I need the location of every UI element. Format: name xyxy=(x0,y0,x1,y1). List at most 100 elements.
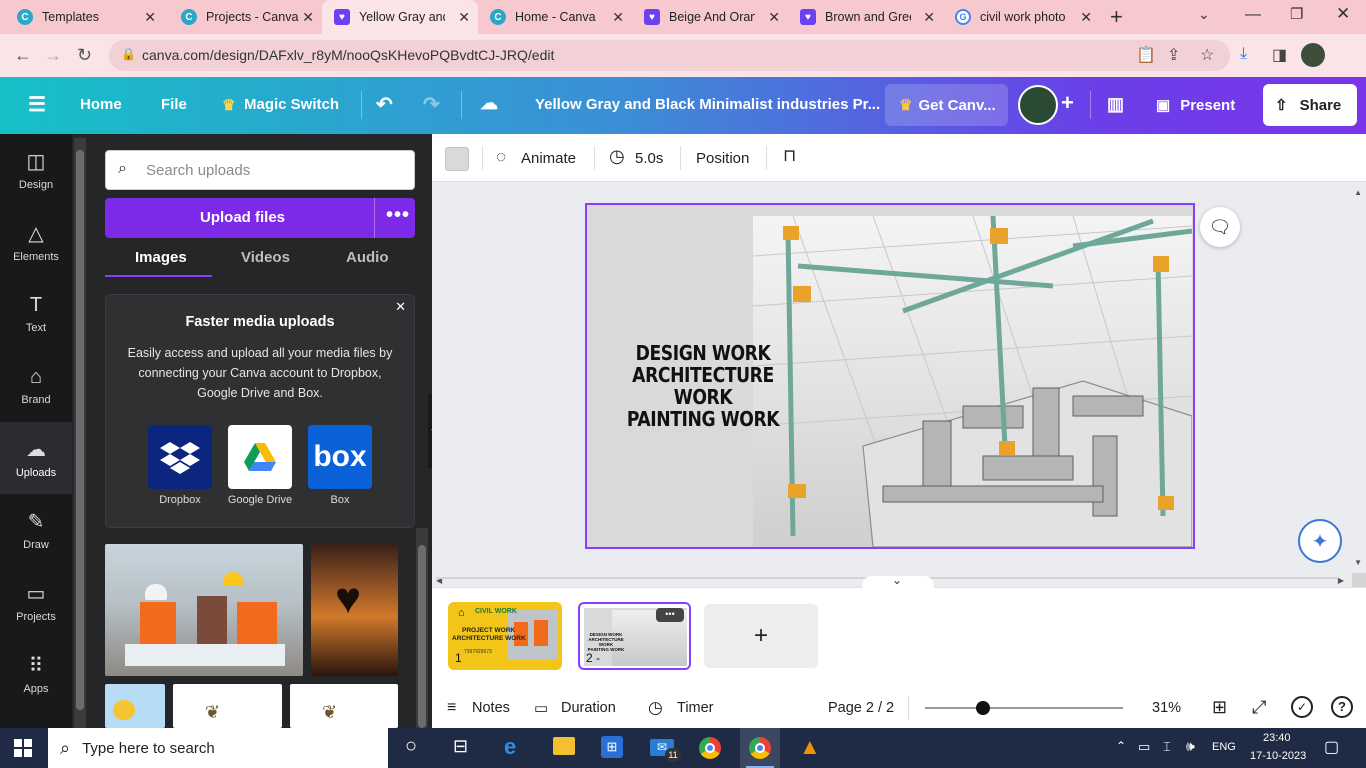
volume-icon[interactable]: 🕪 xyxy=(1186,738,1195,755)
construction-image[interactable] xyxy=(753,216,1192,547)
present-button[interactable]: ▣ Present xyxy=(1146,84,1253,126)
slide-page-2[interactable]: DESIGN WORK ARCHITECTURE WORK PAINTING W… xyxy=(585,203,1195,549)
browser-tab-yellow-gray[interactable]: ♥ Yellow Gray and ✕ xyxy=(322,0,478,34)
forward-icon[interactable]: → xyxy=(44,45,62,66)
new-tab-icon[interactable]: + xyxy=(1110,4,1123,30)
cloud-saved-icon[interactable]: ☁ xyxy=(480,93,498,114)
notifications-icon[interactable]: ▢ xyxy=(1324,737,1339,757)
dropbox-connect[interactable] xyxy=(148,425,212,489)
rail-item-apps[interactable]: ⠿ Apps xyxy=(0,638,72,710)
lock-icon[interactable]: 🔒 xyxy=(121,47,136,61)
chevron-up-icon[interactable]: ⌃ xyxy=(1116,739,1126,753)
browser-profile-avatar[interactable] xyxy=(1301,43,1325,67)
home-button[interactable]: Home xyxy=(80,96,122,113)
help-icon[interactable]: ? xyxy=(1331,696,1353,718)
side-panel-icon[interactable]: ◨ xyxy=(1272,45,1287,65)
design-title[interactable]: Yellow Gray and Black Minimalist industr… xyxy=(535,96,880,113)
uploaded-image[interactable] xyxy=(105,544,303,676)
taskbar-search[interactable]: ⌕ Type here to search xyxy=(48,728,388,768)
reload-icon[interactable]: ↻ xyxy=(77,45,92,66)
grid-view-icon[interactable]: ⊞ xyxy=(1212,697,1227,718)
fullscreen-icon[interactable]: ⤢ xyxy=(1252,697,1266,718)
notes-button[interactable]: Notes xyxy=(472,700,510,716)
minimize-icon[interactable]: — xyxy=(1245,6,1261,24)
share-page-icon[interactable]: ⇪ xyxy=(1167,45,1180,65)
zoom-slider-thumb[interactable] xyxy=(975,701,990,715)
chrome-icon[interactable] xyxy=(699,737,721,759)
windows-start-icon[interactable] xyxy=(14,739,32,757)
scrollbar-thumb[interactable] xyxy=(418,545,426,728)
add-collaborator-icon[interactable]: + xyxy=(1061,90,1074,116)
uploaded-image[interactable]: ❦ xyxy=(173,684,282,728)
tab-search-icon[interactable]: ⌄ xyxy=(1198,6,1210,23)
close-icon[interactable]: ✕ xyxy=(458,9,470,26)
close-icon[interactable]: ✕ xyxy=(923,9,935,26)
bookmark-star-icon[interactable]: ☆ xyxy=(1200,45,1214,65)
cortana-icon[interactable]: ○ xyxy=(405,735,417,758)
vlc-icon[interactable]: ▲ xyxy=(799,734,821,760)
user-avatar[interactable] xyxy=(1018,85,1058,125)
redo-icon[interactable]: ↷ xyxy=(423,92,440,117)
close-icon[interactable]: ✕ xyxy=(612,9,624,26)
browser-tab-templates[interactable]: C Templates ✕ xyxy=(0,0,164,34)
more-options-icon[interactable]: ••• xyxy=(386,204,410,227)
close-icon[interactable]: ✕ xyxy=(768,9,780,26)
position-button[interactable]: Position xyxy=(696,150,749,167)
tab-images[interactable]: Images xyxy=(135,249,187,266)
chrome-active-app[interactable] xyxy=(740,728,780,768)
scrollbar-thumb[interactable] xyxy=(76,150,84,710)
page-thumbnail-1[interactable]: ⌂ CIVIL WORK PROJECT WORK ARCHITECTURE W… xyxy=(448,602,562,670)
close-icon[interactable]: ✕ xyxy=(395,299,406,315)
scroll-up-icon[interactable]: ▲ xyxy=(1354,188,1362,197)
zoom-slider[interactable] xyxy=(925,707,1123,709)
upload-files-button[interactable]: Upload files ••• xyxy=(105,198,415,238)
get-canva-pro-button[interactable]: ♛ Get Canv... xyxy=(885,84,1008,126)
rail-item-uploads[interactable]: ☁ Uploads xyxy=(0,422,72,494)
uploaded-image[interactable] xyxy=(105,684,165,728)
device-icon[interactable]: ▭ xyxy=(1138,739,1150,755)
url-text[interactable]: canva.com/design/DAFxlv_r8yM/nooQsKHevoP… xyxy=(142,47,554,63)
insights-chart-icon[interactable]: ▥ xyxy=(1107,94,1124,115)
download-icon[interactable]: ⤓ xyxy=(1240,45,1247,63)
window-close-icon[interactable]: ✕ xyxy=(1336,4,1350,24)
check-icon[interactable]: ✓ xyxy=(1291,696,1313,718)
page-more-icon[interactable]: ••• xyxy=(656,608,684,622)
page-thumbnail-2[interactable]: DESIGN WORK ARCHITECTURE WORK PAINTING W… xyxy=(578,602,691,670)
magic-switch-button[interactable]: Magic Switch xyxy=(244,96,339,113)
browser-tab-beige[interactable]: ♥ Beige And Oran ✕ xyxy=(632,0,788,34)
slide-text[interactable]: DESIGN WORK ARCHITECTURE WORK PAINTING W… xyxy=(603,342,803,430)
clock-time[interactable]: 23:40 xyxy=(1263,732,1291,744)
duration-footer-button[interactable]: Duration xyxy=(561,700,616,716)
hamburger-icon[interactable]: ☰ xyxy=(28,92,46,117)
browser-tab-home[interactable]: C Home - Canva ✕ xyxy=(478,0,632,34)
share-button[interactable]: ⇧ Share xyxy=(1263,84,1357,126)
file-explorer-icon[interactable] xyxy=(553,737,575,755)
tab-audio[interactable]: Audio xyxy=(346,249,389,266)
language-indicator[interactable]: ENG xyxy=(1212,741,1236,753)
search-uploads-input[interactable]: ⌕ Search uploads xyxy=(105,150,415,190)
close-icon[interactable]: ✕ xyxy=(1080,9,1092,26)
pages-toggle[interactable]: ⌄ xyxy=(862,573,934,588)
timer-button[interactable]: Timer xyxy=(677,700,714,716)
box-connect[interactable]: box xyxy=(308,425,372,489)
duration-button[interactable]: 5.0s xyxy=(635,150,663,167)
page-indicator[interactable]: Page 2 / 2 xyxy=(828,700,894,716)
close-icon[interactable]: ✕ xyxy=(302,9,314,26)
undo-icon[interactable]: ↶ xyxy=(376,92,393,117)
background-color-swatch[interactable] xyxy=(445,147,469,171)
scroll-right-icon[interactable]: ▶ xyxy=(1338,576,1344,585)
unlock-icon[interactable]: ⊓ xyxy=(783,146,796,166)
file-menu[interactable]: File xyxy=(161,96,187,113)
clipboard-icon[interactable]: 📋 xyxy=(1136,45,1156,65)
scroll-down-icon[interactable]: ▼ xyxy=(1354,558,1362,567)
rail-item-elements[interactable]: △ Elements xyxy=(0,206,72,278)
network-icon[interactable]: ⌶ xyxy=(1163,739,1171,755)
rail-item-design[interactable]: ◫ Design xyxy=(0,134,72,206)
rail-item-brand[interactable]: ⌂ Brand xyxy=(0,350,72,422)
rail-item-draw[interactable]: ✎ Draw xyxy=(0,494,72,566)
task-view-icon[interactable]: ⊟ xyxy=(453,736,468,757)
browser-tab-google[interactable]: G civil work photo ✕ xyxy=(943,0,1100,34)
browser-tab-brown[interactable]: ♥ Brown and Gree ✕ xyxy=(788,0,943,34)
animate-button[interactable]: Animate xyxy=(521,150,576,167)
close-icon[interactable]: ✕ xyxy=(144,9,156,26)
